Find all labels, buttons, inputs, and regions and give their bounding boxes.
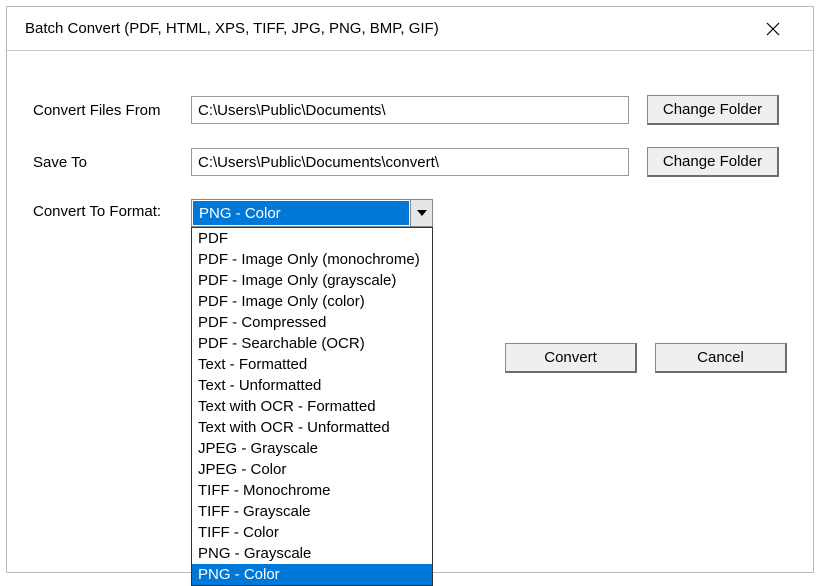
format-option[interactable]: Text - Unformatted [192, 375, 432, 396]
change-folder-saveto-button[interactable]: Change Folder [647, 147, 779, 177]
cancel-button[interactable]: Cancel [655, 343, 787, 373]
convert-from-input[interactable] [191, 96, 629, 124]
format-option[interactable]: PDF [192, 228, 432, 249]
format-label: Convert To Format: [33, 199, 191, 220]
save-to-input[interactable] [191, 148, 629, 176]
format-option[interactable]: PDF - Compressed [192, 312, 432, 333]
titlebar: Batch Convert (PDF, HTML, XPS, TIFF, JPG… [7, 7, 813, 51]
format-option[interactable]: TIFF - Monochrome [192, 480, 432, 501]
save-to-label: Save To [33, 154, 191, 171]
dialog-title: Batch Convert (PDF, HTML, XPS, TIFF, JPG… [25, 20, 751, 37]
format-option[interactable]: JPEG - Color [192, 459, 432, 480]
format-option[interactable]: TIFF - Grayscale [192, 501, 432, 522]
format-selected-value: PNG - Color [193, 201, 409, 225]
format-option[interactable]: JPEG - Grayscale [192, 438, 432, 459]
format-dropdown-button[interactable] [410, 200, 432, 226]
format-option[interactable]: PDF - Image Only (monochrome) [192, 249, 432, 270]
format-option[interactable]: PDF - Image Only (grayscale) [192, 270, 432, 291]
format-option[interactable]: PDF - Searchable (OCR) [192, 333, 432, 354]
format-combobox[interactable]: PNG - Color [191, 199, 433, 227]
change-folder-from-button[interactable]: Change Folder [647, 95, 779, 125]
format-option[interactable]: TIFF - Color [192, 522, 432, 543]
close-button[interactable] [751, 7, 795, 51]
chevron-down-icon [417, 210, 427, 216]
format-option[interactable]: Text with OCR - Formatted [192, 396, 432, 417]
dialog: Batch Convert (PDF, HTML, XPS, TIFF, JPG… [6, 6, 814, 573]
format-option[interactable]: Text with OCR - Unformatted [192, 417, 432, 438]
close-icon [766, 22, 780, 36]
convert-from-label: Convert Files From [33, 102, 191, 119]
format-option[interactable]: PDF - Image Only (color) [192, 291, 432, 312]
convert-button[interactable]: Convert [505, 343, 637, 373]
format-option[interactable]: PNG - Color [192, 564, 432, 585]
format-option[interactable]: Text - Formatted [192, 354, 432, 375]
format-option[interactable]: PNG - Grayscale [192, 543, 432, 564]
format-dropdown-list[interactable]: PDFPDF - Image Only (monochrome)PDF - Im… [191, 227, 433, 586]
